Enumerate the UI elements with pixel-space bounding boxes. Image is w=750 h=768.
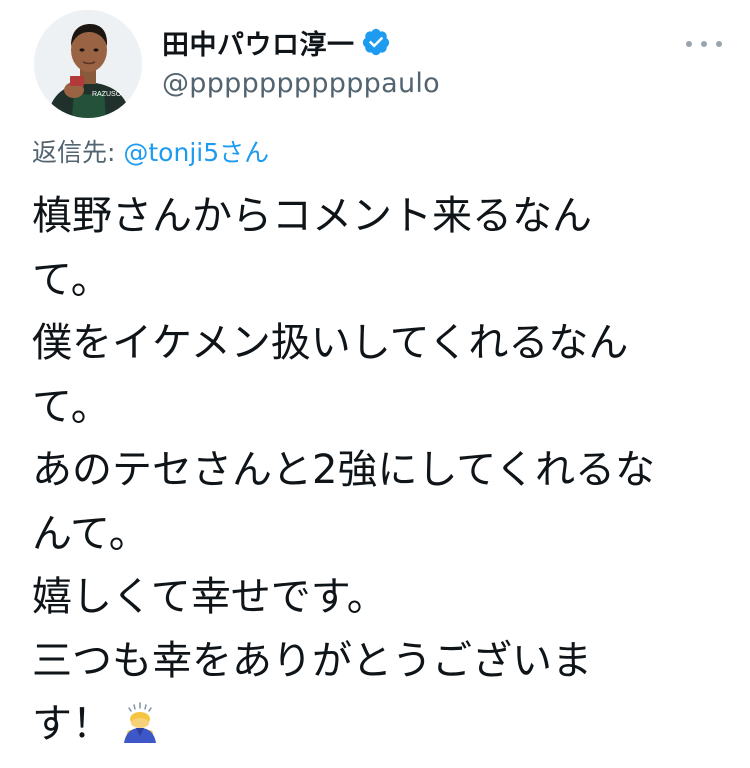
tweet-card: RAZUSO 田中パウロ淳一 @pppppppppppaulo 返信先: @to… bbox=[0, 0, 750, 768]
tweet-text-line: 三つも幸をありがとうございま bbox=[32, 637, 592, 684]
avatar-image: RAZUSO bbox=[34, 10, 142, 118]
replying-to-prefix: 返信先: bbox=[32, 138, 124, 167]
tweet-text-line: 槙野さんからコメント来るなん bbox=[32, 193, 592, 239]
tweet-text-line: て。 bbox=[32, 383, 111, 430]
tweet-text-line: んて。 bbox=[32, 510, 149, 557]
tweet-header: RAZUSO 田中パウロ淳一 @pppppppppppaulo bbox=[32, 10, 722, 118]
author-names: 田中パウロ淳一 @pppppppppppaulo bbox=[162, 24, 440, 99]
verified-badge-icon bbox=[361, 27, 391, 57]
tweet-text-line: 僕をイケメン扱いしてくれるなん bbox=[32, 320, 629, 366]
tweet-text-last-line: す！ bbox=[32, 693, 722, 757]
avatar-jersey-text: RAZUSO bbox=[92, 91, 122, 98]
tweet-text-line: あのテセさんと2強にしてくれるな bbox=[32, 447, 656, 493]
more-dot bbox=[716, 41, 722, 47]
display-name-row: 田中パウロ淳一 bbox=[162, 23, 440, 62]
display-name[interactable]: 田中パウロ淳一 bbox=[162, 23, 355, 62]
more-horizontal-icon[interactable] bbox=[686, 34, 722, 54]
more-dot bbox=[686, 41, 692, 47]
avatar[interactable]: RAZUSO bbox=[34, 10, 142, 118]
tweet-text-line: す！ bbox=[32, 701, 112, 747]
tweet-text: 槙野さんからコメント来るなん て。 僕をイケメン扱いしてくれるなん て。 あのテ… bbox=[32, 185, 722, 757]
author-handle[interactable]: @pppppppppppaulo bbox=[162, 68, 440, 99]
tweet-text-line: 嬉しくて幸せです。 bbox=[32, 574, 387, 620]
tweet-text-line: て。 bbox=[32, 256, 111, 303]
person-bowing-emoji-icon bbox=[120, 701, 160, 745]
reply-mention-link[interactable]: @tonji5さん bbox=[123, 138, 269, 167]
more-dot bbox=[701, 41, 707, 47]
replying-to: 返信先: @tonji5さん bbox=[32, 133, 269, 169]
